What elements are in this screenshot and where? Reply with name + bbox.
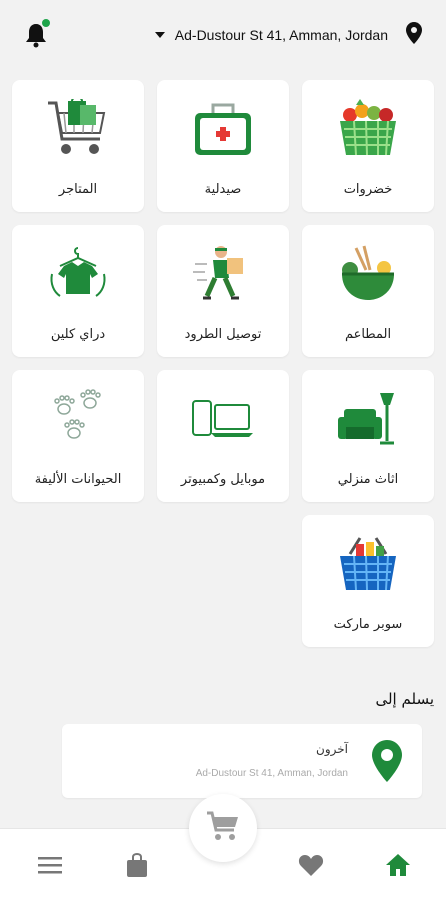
category-card-pets[interactable]: الحيوانات الأليفة (12, 370, 144, 502)
location-pin-icon (406, 22, 422, 48)
category-card-mobile-computer[interactable]: موبايل وكمبيوتر (157, 370, 289, 502)
chevron-down-icon (154, 32, 165, 38)
menu-icon[interactable] (36, 851, 64, 879)
laundry-shirt-icon (42, 241, 114, 307)
home-icon[interactable] (384, 851, 412, 879)
armchair-lamp-icon (332, 386, 404, 452)
category-label: دراي كلين (50, 327, 106, 342)
category-label: سوبر ماركت (333, 617, 403, 632)
category-label: صيدلية (204, 182, 242, 197)
address-text: Ad-Dustour St 41, Amman, Jordan (174, 27, 388, 43)
category-label: توصيل الطرود (184, 327, 262, 342)
deliver-to-address: Ad-Dustour St 41, Amman, Jordan (195, 768, 348, 779)
phone-laptop-icon (187, 386, 259, 452)
address-selector[interactable]: Ad-Dustour St 41, Amman, Jordan (154, 22, 422, 48)
cart-button[interactable] (189, 794, 257, 862)
notification-dot (42, 19, 50, 27)
category-card-stores[interactable]: المتاجر (12, 80, 144, 212)
deliver-to-card[interactable]: آخرون Ad-Dustour St 41, Amman, Jordan (62, 724, 422, 798)
delivery-person-icon (187, 241, 259, 307)
food-bowl-icon (332, 241, 404, 307)
category-card-vegetables[interactable]: خضروات (302, 80, 434, 212)
category-label: المطاعم (344, 327, 392, 342)
category-card-home-furniture[interactable]: اثاث منزلي (302, 370, 434, 502)
category-label: موبايل وكمبيوتر (180, 472, 266, 487)
category-card-parcel-delivery[interactable]: توصيل الطرود (157, 225, 289, 357)
vegetable-basket-icon (332, 96, 404, 162)
heart-icon[interactable] (297, 851, 325, 879)
category-card-restaurants[interactable]: المطاعم (302, 225, 434, 357)
paw-prints-icon (42, 386, 114, 452)
top-bar: Ad-Dustour St 41, Amman, Jordan (0, 0, 446, 70)
first-aid-kit-icon (187, 96, 259, 162)
category-label: اثاث منزلي (337, 472, 399, 487)
deliver-to-title: يسلم إلى (375, 690, 434, 708)
category-label: المتاجر (58, 182, 98, 197)
shopping-cart-icon (42, 96, 114, 162)
category-card-pharmacy[interactable]: صيدلية (157, 80, 289, 212)
deliver-to-name: آخرون (316, 742, 348, 756)
category-card-supermarket[interactable]: سوبر ماركت (302, 515, 434, 647)
grocery-basket-icon (332, 531, 404, 597)
category-label: الحيوانات الأليفة (34, 472, 122, 487)
cart-icon (206, 810, 240, 846)
category-label: خضروات (343, 182, 393, 197)
location-pin-icon (372, 740, 402, 786)
category-card-dry-clean[interactable]: دراي كلين (12, 225, 144, 357)
bag-icon[interactable] (123, 851, 151, 879)
